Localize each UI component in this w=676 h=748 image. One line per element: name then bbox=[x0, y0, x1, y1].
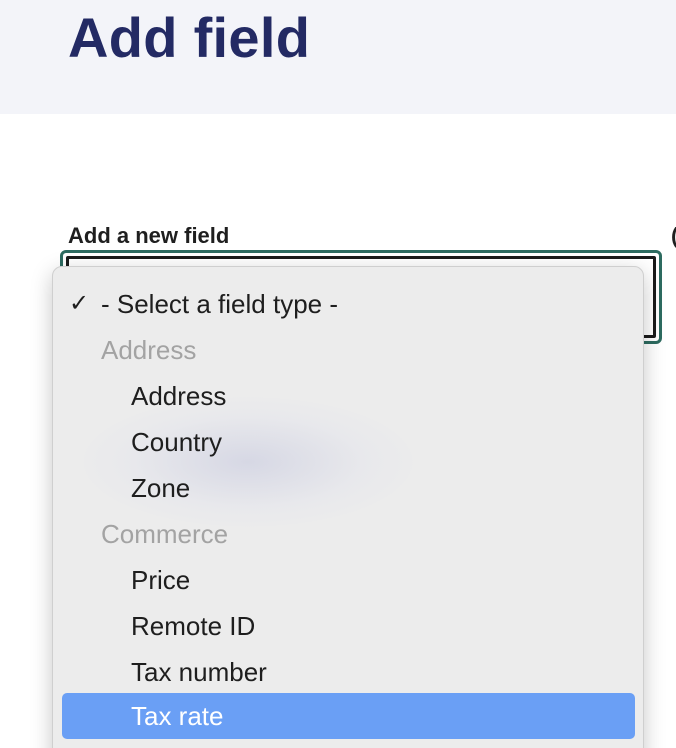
option-select-field-type[interactable]: ✓ - Select a field type - bbox=[53, 281, 338, 327]
option-tax-number[interactable]: Tax number bbox=[53, 649, 267, 695]
page-header: Add field bbox=[0, 0, 676, 114]
option-remote-id[interactable]: Remote ID bbox=[53, 603, 255, 649]
checkmark-icon: ✓ bbox=[69, 290, 90, 317]
page: Add field Add a new field ( ✓ - Select a… bbox=[0, 0, 676, 748]
page-title: Add field bbox=[68, 6, 311, 69]
field-type-dropdown[interactable]: ✓ - Select a field type - Address Addres… bbox=[52, 266, 644, 748]
option-country[interactable]: Country bbox=[53, 419, 222, 465]
option-address[interactable]: Address bbox=[53, 373, 226, 419]
optgroup-address: Address bbox=[101, 335, 197, 365]
option-zone[interactable]: Zone bbox=[53, 465, 190, 511]
option-label: - Select a field type - bbox=[101, 289, 338, 319]
clipped-label-fragment: ( bbox=[671, 222, 676, 250]
option-price[interactable]: Price bbox=[53, 557, 190, 603]
option-tax-rate[interactable]: Tax rate bbox=[62, 693, 635, 739]
optgroup-commerce: Commerce bbox=[101, 519, 229, 549]
field-type-label: Add a new field bbox=[68, 223, 230, 248]
